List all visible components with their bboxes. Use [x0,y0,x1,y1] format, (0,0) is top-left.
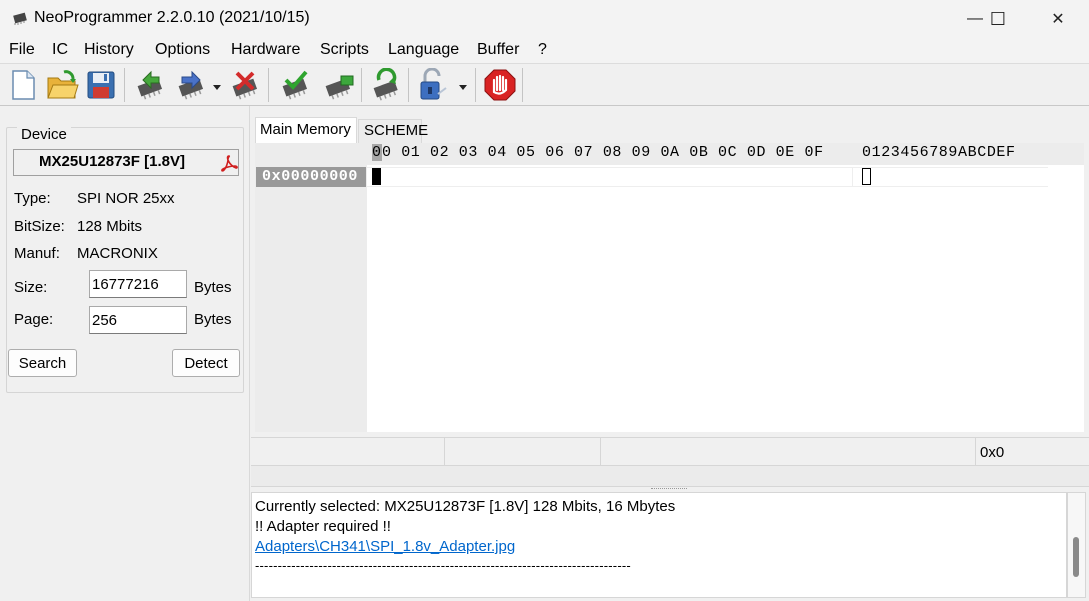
progress-area [251,465,1089,487]
menu-buffer[interactable]: Buffer [477,41,519,59]
read-chip-icon[interactable] [133,68,167,102]
log-panel[interactable]: Currently selected: MX25U12873F [1.8V] 1… [251,492,1067,598]
manuf-value: MACRONIX [77,245,158,262]
detect-button[interactable]: Detect [172,349,240,377]
offset-readout: 0x0 [980,444,1005,461]
adapter-link[interactable]: Adapters\CH341\SPI_1.8v_Adapter.jpg [255,538,515,555]
protect-lock-icon[interactable] [416,68,450,102]
menu-scripts[interactable]: Scripts [320,41,369,59]
toolbar-separator [124,68,125,102]
title-bar: NeoProgrammer 2.2.0.10 (2021/10/15) — ☐ … [0,0,1089,38]
toolbar-separator [361,68,362,102]
menu-help[interactable]: ? [538,41,547,59]
maximize-button[interactable]: ☐ [975,0,1021,38]
pdf-datasheet-icon[interactable] [220,154,238,172]
save-icon[interactable] [84,68,118,102]
log-scrollbar[interactable] [1067,492,1086,598]
size-label: Size: [14,279,48,296]
menu-ic[interactable]: IC [52,41,68,59]
type-value: SPI NOR 25xx [77,190,175,207]
bitsize-value: 128 Mbits [77,218,143,235]
status-divider [444,438,445,466]
status-divider [975,438,976,466]
close-icon: ✕ [1051,11,1065,28]
write-dropdown-icon[interactable] [211,82,223,92]
ascii-row[interactable] [852,167,1048,187]
hex-header-cursor: 0 [372,144,382,161]
page-label: Page: [14,311,54,328]
menu-hardware[interactable]: Hardware [231,41,300,59]
bitsize-label: BitSize: [14,218,65,235]
size-field[interactable] [89,270,187,298]
toolbar-separator [522,68,523,102]
log-line-adapter: !! Adapter required !! [255,518,391,535]
device-group: Device MX25U12873F [1.8V] Type: SPI NOR … [6,126,244,393]
maximize-icon: ☐ [989,8,1007,29]
menu-options[interactable]: Options [155,41,210,59]
type-label: Type: [14,190,51,207]
menu-history[interactable]: History [84,41,134,59]
manuf-label: Manuf: [14,245,60,262]
hex-editor[interactable]: 0 0 01 02 03 04 05 06 07 08 09 0A 0B 0C … [255,143,1084,432]
toolbar-separator [408,68,409,102]
menu-file[interactable]: File [9,41,35,59]
toolbar [0,63,1089,106]
chip-name: MX25U12873F [1.8V] [39,153,185,170]
log-line-selected: Currently selected: MX25U12873F [1.8V] 1… [255,498,676,515]
ascii-column-header: 0123456789ABCDEF [862,144,1016,161]
stop-icon[interactable] [483,68,517,102]
splitter-grip[interactable] [651,488,687,491]
tab-scheme[interactable]: SCHEME [358,119,428,143]
page-unit: Bytes [194,311,232,328]
page-field[interactable] [89,306,187,334]
menu-bar: File IC History Options Hardware Scripts… [0,38,1089,63]
write-chip-icon[interactable] [174,68,208,102]
scrollbar-thumb[interactable] [1073,537,1079,577]
verify-chip-icon[interactable] [278,68,312,102]
toolbar-separator [268,68,269,102]
device-legend: Device [17,126,71,143]
row-address: 0x00000000 [256,167,366,187]
log-divider: ----------------------------------------… [255,558,631,573]
close-button[interactable]: ✕ [1035,0,1081,38]
new-file-icon[interactable] [6,68,40,102]
erase-chip-icon[interactable] [228,68,262,102]
ascii-cursor [862,168,871,185]
window-title: NeoProgrammer 2.2.0.10 (2021/10/15) [34,9,310,26]
toolbar-separator [475,68,476,102]
status-bar: 0x0 [251,437,1089,466]
open-folder-icon[interactable] [45,68,79,102]
chip-selector[interactable]: MX25U12873F [1.8V] [13,149,239,176]
hex-cursor [372,168,381,185]
tab-main-memory[interactable]: Main Memory [255,117,357,143]
auto-detect-icon[interactable] [369,68,403,102]
size-unit: Bytes [194,279,232,296]
protect-dropdown-icon[interactable] [457,82,469,92]
search-button[interactable]: Search [8,349,77,377]
blank-check-icon[interactable] [321,68,355,102]
chip-app-icon [13,12,27,25]
status-divider [600,438,601,466]
menu-language[interactable]: Language [388,41,459,59]
hex-column-header: 0 01 02 03 04 05 06 07 08 09 0A 0B 0C 0D… [382,144,824,161]
